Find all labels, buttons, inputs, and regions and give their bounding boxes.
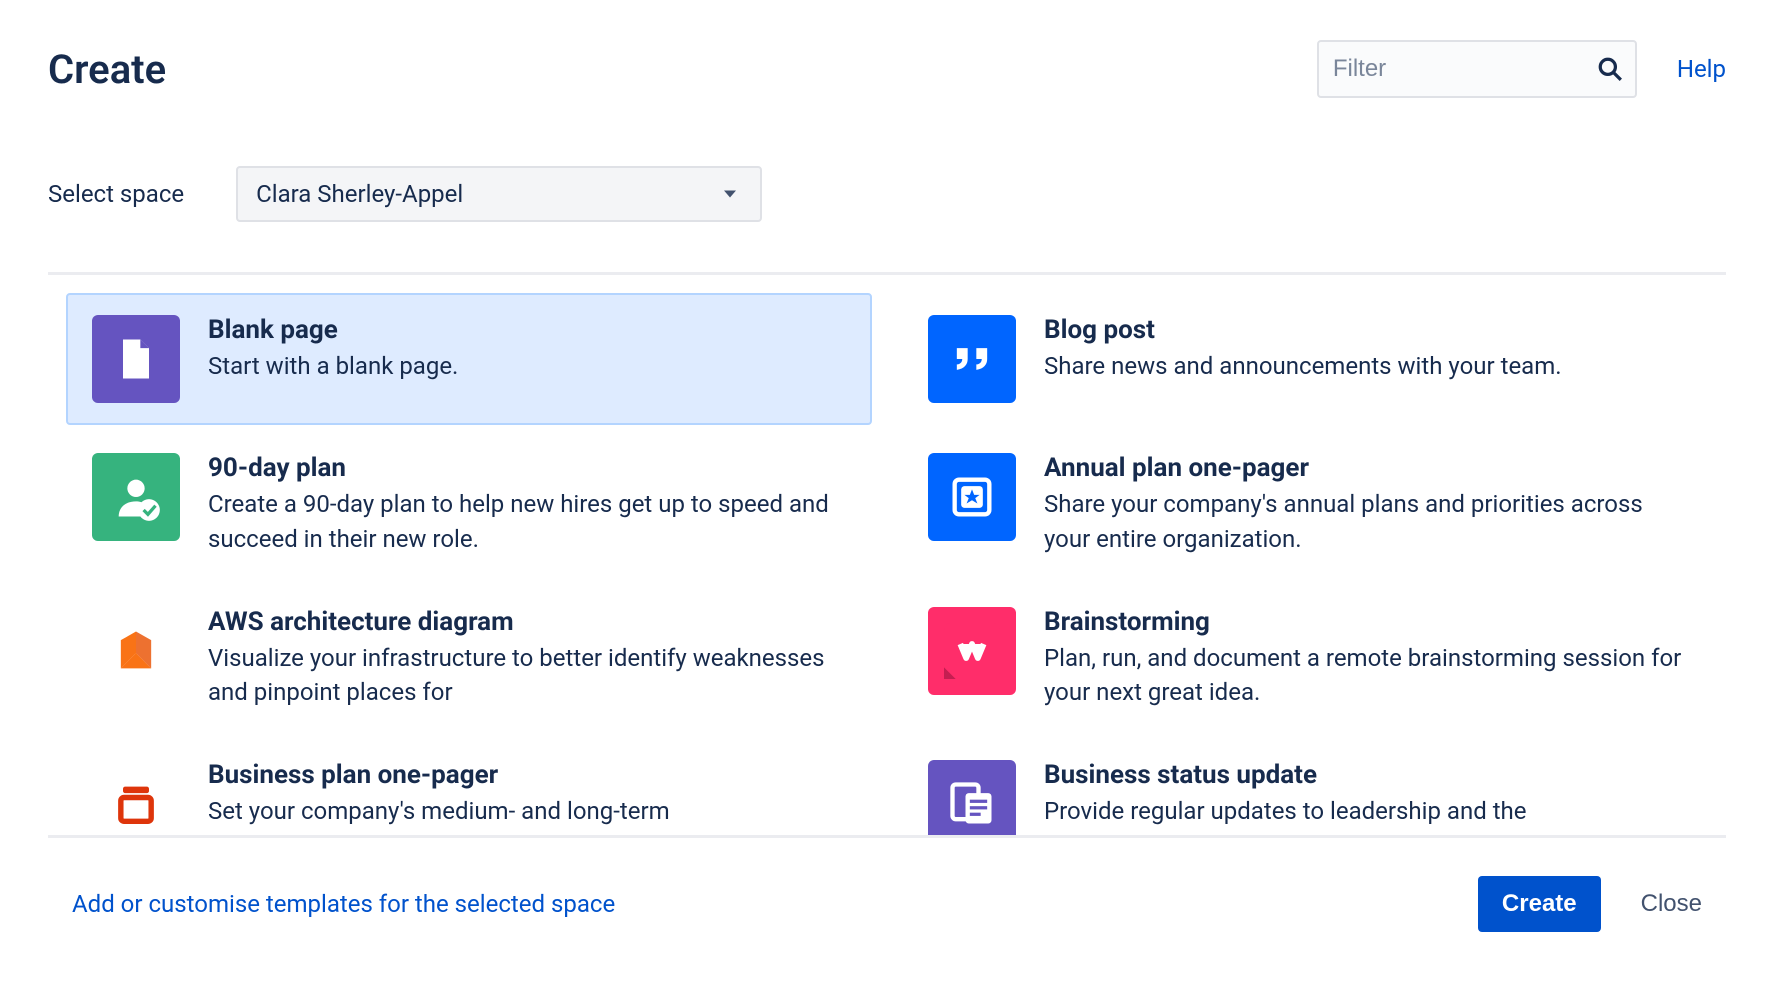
help-link[interactable]: Help <box>1677 55 1726 83</box>
dialog-title: Create <box>48 46 166 93</box>
archive-icon <box>92 760 180 835</box>
mural-icon <box>928 607 1016 695</box>
template-title: Business status update <box>1044 760 1682 790</box>
space-select-value: Clara Sherley-Appel <box>256 180 463 208</box>
template-title: Blog post <box>1044 315 1682 345</box>
template-text: Blank page Start with a blank page. <box>208 315 846 384</box>
template-card[interactable]: Brainstorming Plan, run, and document a r… <box>902 585 1708 733</box>
caret-down-icon <box>724 191 736 198</box>
select-space-label: Select space <box>48 180 184 208</box>
template-description: Set your company's medium- and long-term <box>208 794 846 829</box>
template-text: Business status update Provide regular up… <box>1044 760 1682 829</box>
template-description: Visualize your infrastructure to better … <box>208 641 846 711</box>
create-button[interactable]: Create <box>1478 876 1601 932</box>
close-button[interactable]: Close <box>1641 890 1702 918</box>
template-description: Provide regular updates to leadership an… <box>1044 794 1682 829</box>
template-text: Business plan one-pager Set your company'… <box>208 760 846 829</box>
template-card[interactable]: Annual plan one-pager Share your company'… <box>902 431 1708 579</box>
lucid-icon <box>92 607 180 695</box>
template-title: Annual plan one-pager <box>1044 453 1682 483</box>
dialog-header: Create Help <box>48 0 1726 118</box>
template-text: Annual plan one-pager Share your company'… <box>1044 453 1682 557</box>
template-grid: Blank page Start with a blank page. Blog p… <box>66 275 1708 835</box>
space-select-dropdown[interactable]: Clara Sherley-Appel <box>236 166 762 222</box>
star-doc-icon <box>928 453 1016 541</box>
quote-icon <box>928 315 1016 403</box>
template-title: Brainstorming <box>1044 607 1682 637</box>
template-description: Start with a blank page. <box>208 349 846 384</box>
template-description: Share your company's annual plans and pr… <box>1044 487 1682 557</box>
template-text: Blog post Share news and announcements wi… <box>1044 315 1682 384</box>
template-card[interactable]: Blog post Share news and announcements wi… <box>902 293 1708 425</box>
customise-templates-link[interactable]: Add or customise templates for the selec… <box>72 890 615 918</box>
space-selector-row: Select space Clara Sherley-Appel <box>48 118 1726 242</box>
footer-actions: Create Close <box>1478 876 1702 932</box>
template-card[interactable]: 90-day plan Create a 90-day plan to help … <box>66 431 872 579</box>
template-title: Business plan one-pager <box>208 760 846 790</box>
template-text: Brainstorming Plan, run, and document a r… <box>1044 607 1682 711</box>
header-controls: Help <box>1317 40 1726 98</box>
template-card[interactable]: Business status update Provide regular up… <box>902 738 1708 835</box>
template-title: 90-day plan <box>208 453 846 483</box>
person-check-icon <box>92 453 180 541</box>
status-doc-icon <box>928 760 1016 835</box>
template-title: AWS architecture diagram <box>208 607 846 637</box>
template-card[interactable]: Blank page Start with a blank page. <box>66 293 872 425</box>
dialog-footer: Add or customise templates for the selec… <box>48 838 1726 932</box>
template-description: Share news and announcements with your t… <box>1044 349 1682 384</box>
filter-search <box>1317 40 1637 98</box>
template-text: 90-day plan Create a 90-day plan to help … <box>208 453 846 557</box>
filter-input[interactable] <box>1317 40 1637 98</box>
template-title: Blank page <box>208 315 846 345</box>
template-card[interactable]: Business plan one-pager Set your company'… <box>66 738 872 835</box>
template-text: AWS architecture diagram Visualize your i… <box>208 607 846 711</box>
template-card[interactable]: AWS architecture diagram Visualize your i… <box>66 585 872 733</box>
template-description: Plan, run, and document a remote brainst… <box>1044 641 1682 711</box>
page-icon <box>92 315 180 403</box>
template-description: Create a 90-day plan to help new hires g… <box>208 487 846 557</box>
